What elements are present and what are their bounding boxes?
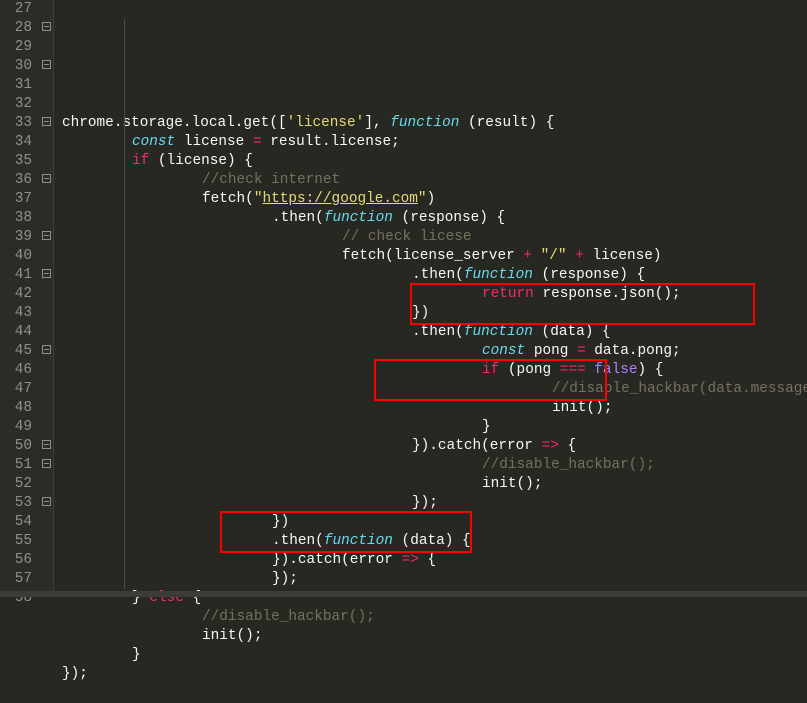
code-line[interactable]: }); xyxy=(58,570,807,589)
line-number: 35 xyxy=(0,152,32,171)
code-line[interactable]: .then(function (response) { xyxy=(58,266,807,285)
fold-marker[interactable] xyxy=(40,437,53,456)
fold-marker xyxy=(40,285,53,304)
line-number: 32 xyxy=(0,95,32,114)
fold-column[interactable] xyxy=(40,0,54,597)
code-line[interactable]: }) xyxy=(58,304,807,323)
code-line[interactable]: init(); xyxy=(58,399,807,418)
fold-marker xyxy=(40,551,53,570)
line-number: 52 xyxy=(0,475,32,494)
fold-marker xyxy=(40,323,53,342)
code-line[interactable]: //disable_hackbar(data.message); xyxy=(58,380,807,399)
code-line[interactable]: }).catch(error => { xyxy=(58,551,807,570)
line-number: 45 xyxy=(0,342,32,361)
fold-marker[interactable] xyxy=(40,57,53,76)
code-area[interactable]: chrome.storage.local.get(['license'], fu… xyxy=(54,0,807,597)
line-number: 55 xyxy=(0,532,32,551)
fold-marker xyxy=(40,304,53,323)
line-number: 40 xyxy=(0,247,32,266)
line-number: 27 xyxy=(0,0,32,19)
fold-marker[interactable] xyxy=(40,228,53,247)
fold-marker xyxy=(40,513,53,532)
code-line[interactable]: if (license) { xyxy=(58,152,807,171)
line-number: 44 xyxy=(0,323,32,342)
fold-marker xyxy=(40,361,53,380)
fold-marker[interactable] xyxy=(40,19,53,38)
fold-marker[interactable] xyxy=(40,171,53,190)
code-line[interactable]: const license = result.license; xyxy=(58,133,807,152)
code-line[interactable]: fetch("https://google.com") xyxy=(58,190,807,209)
line-number: 43 xyxy=(0,304,32,323)
line-number: 49 xyxy=(0,418,32,437)
line-number: 31 xyxy=(0,76,32,95)
line-number: 54 xyxy=(0,513,32,532)
code-line[interactable] xyxy=(58,95,807,114)
code-line[interactable]: return response.json(); xyxy=(58,285,807,304)
line-number: 47 xyxy=(0,380,32,399)
fold-marker[interactable] xyxy=(40,494,53,513)
fold-marker xyxy=(40,190,53,209)
line-number: 38 xyxy=(0,209,32,228)
line-number: 33 xyxy=(0,114,32,133)
fold-marker xyxy=(40,475,53,494)
code-line[interactable]: .then(function (data) { xyxy=(58,532,807,551)
line-number: 29 xyxy=(0,38,32,57)
code-line[interactable]: .then(function (response) { xyxy=(58,209,807,228)
line-number: 28 xyxy=(0,19,32,38)
code-line[interactable]: }); xyxy=(58,665,807,684)
code-line[interactable]: } xyxy=(58,646,807,665)
line-number: 50 xyxy=(0,437,32,456)
fold-marker xyxy=(40,209,53,228)
line-number: 42 xyxy=(0,285,32,304)
fold-marker xyxy=(40,152,53,171)
line-number: 34 xyxy=(0,133,32,152)
fold-marker xyxy=(40,399,53,418)
fold-marker[interactable] xyxy=(40,342,53,361)
fold-marker xyxy=(40,0,53,19)
code-line[interactable]: // check licese xyxy=(58,228,807,247)
fold-marker xyxy=(40,95,53,114)
fold-marker xyxy=(40,38,53,57)
line-number: 51 xyxy=(0,456,32,475)
code-line[interactable]: }); xyxy=(58,494,807,513)
code-line[interactable]: }) xyxy=(58,513,807,532)
code-line[interactable]: }).catch(error => { xyxy=(58,437,807,456)
code-line[interactable] xyxy=(58,684,807,703)
code-line[interactable]: init(); xyxy=(58,475,807,494)
line-number: 46 xyxy=(0,361,32,380)
fold-marker xyxy=(40,380,53,399)
code-line[interactable]: if (pong === false) { xyxy=(58,361,807,380)
line-number: 53 xyxy=(0,494,32,513)
code-line[interactable]: //disable_hackbar(); xyxy=(58,608,807,627)
line-number: 41 xyxy=(0,266,32,285)
code-line[interactable]: const pong = data.pong; xyxy=(58,342,807,361)
fold-marker xyxy=(40,418,53,437)
line-number: 36 xyxy=(0,171,32,190)
code-line[interactable]: //disable_hackbar(); xyxy=(58,456,807,475)
line-number: 57 xyxy=(0,570,32,589)
code-line[interactable]: fetch(license_server + "/" + license) xyxy=(58,247,807,266)
code-line[interactable]: } xyxy=(58,418,807,437)
status-bar xyxy=(0,591,807,597)
line-number: 39 xyxy=(0,228,32,247)
fold-marker xyxy=(40,133,53,152)
fold-marker xyxy=(40,570,53,589)
code-line[interactable]: chrome.storage.local.get(['license'], fu… xyxy=(58,114,807,133)
line-number: 30 xyxy=(0,57,32,76)
line-number: 48 xyxy=(0,399,32,418)
fold-marker[interactable] xyxy=(40,266,53,285)
line-number: 56 xyxy=(0,551,32,570)
fold-marker xyxy=(40,247,53,266)
code-line[interactable]: //check internet xyxy=(58,171,807,190)
line-number: 37 xyxy=(0,190,32,209)
code-line[interactable]: .then(function (data) { xyxy=(58,323,807,342)
fold-marker xyxy=(40,76,53,95)
fold-marker[interactable] xyxy=(40,114,53,133)
code-editor[interactable]: 2728293031323334353637383940414243444546… xyxy=(0,0,807,597)
line-number-gutter: 2728293031323334353637383940414243444546… xyxy=(0,0,40,597)
fold-marker xyxy=(40,532,53,551)
fold-marker[interactable] xyxy=(40,456,53,475)
code-line[interactable]: init(); xyxy=(58,627,807,646)
